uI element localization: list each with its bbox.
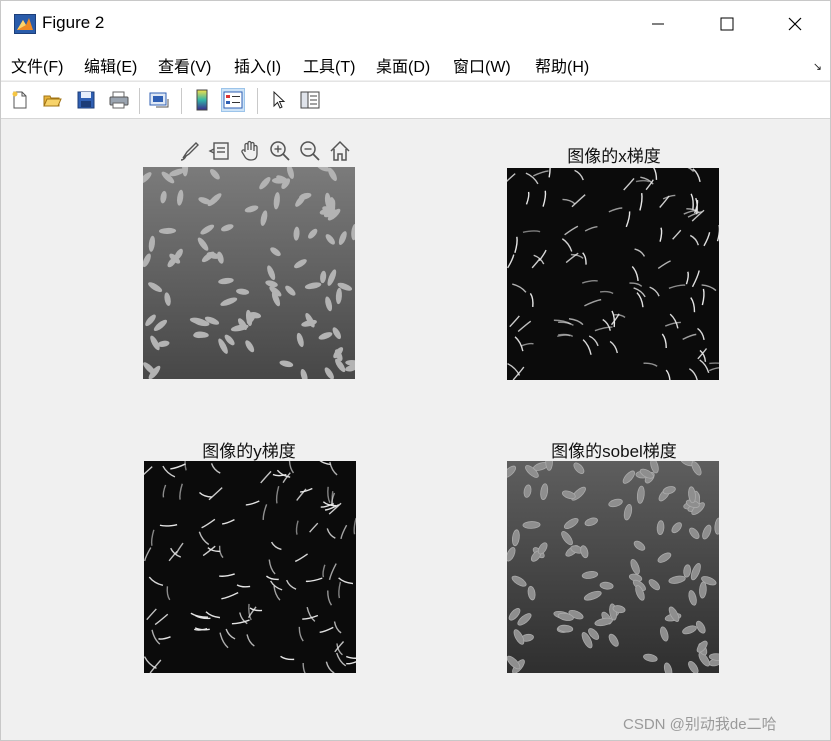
save-icon[interactable] (74, 88, 98, 112)
x-gradient-image[interactable] (507, 168, 719, 380)
property-inspector-icon[interactable] (298, 88, 322, 112)
toolbar-separator (181, 88, 182, 114)
zoom-out-icon[interactable] (297, 138, 323, 164)
rice-grain (522, 521, 541, 529)
original-image[interactable] (143, 167, 355, 379)
close-button[interactable] (763, 1, 827, 47)
menu-desktop[interactable]: 桌面(D) (376, 53, 430, 77)
title-bar: Figure 2 (1, 1, 830, 47)
new-figure-icon[interactable] (8, 88, 32, 112)
home-icon[interactable] (327, 138, 353, 164)
menu-view[interactable]: 查看(V) (158, 53, 211, 77)
figure-window: Figure 2 文件(F) 编辑(E) 查看(V) 插入(I) 工具(T) 桌… (0, 0, 831, 741)
menu-edit[interactable]: 编辑(E) (84, 53, 137, 77)
figure-canvas: 图像的x梯度 图像的y梯度 图像的sobel梯度 (2, 120, 830, 740)
open-file-icon[interactable] (40, 88, 64, 112)
matlab-icon (14, 14, 36, 34)
brush-icon[interactable] (177, 138, 203, 164)
sobel-gradient-image[interactable] (507, 461, 719, 673)
legend-icon[interactable] (221, 88, 245, 112)
link-plot-icon[interactable] (147, 88, 171, 112)
minimize-button[interactable] (626, 1, 690, 47)
toolbar-separator (257, 88, 258, 114)
figure-toolbar (1, 81, 830, 119)
panel-title-sobel-gradient: 图像的sobel梯度 (551, 442, 677, 461)
maximize-button[interactable] (695, 1, 759, 47)
datatip-icon[interactable] (207, 138, 233, 164)
menu-tools[interactable]: 工具(T) (303, 53, 355, 77)
watermark: CSDN @别动我de二哈 (623, 716, 777, 733)
panel-title-x-gradient: 图像的x梯度 (567, 147, 661, 166)
y-gradient-image[interactable] (144, 461, 356, 673)
menu-bar: 文件(F) 编辑(E) 查看(V) 插入(I) 工具(T) 桌面(D) 窗口(W… (1, 47, 830, 80)
toolbar-separator (139, 88, 140, 114)
colorbar-icon[interactable] (190, 88, 214, 112)
menu-window[interactable]: 窗口(W) (453, 53, 511, 77)
zoom-in-icon[interactable] (267, 138, 293, 164)
panel-title-y-gradient: 图像的y梯度 (202, 442, 296, 461)
menu-help[interactable]: 帮助(H) (535, 53, 589, 77)
print-icon[interactable] (107, 88, 131, 112)
dock-arrow-icon[interactable]: ↘ (813, 60, 822, 73)
edit-plot-cursor-icon[interactable] (267, 88, 291, 112)
menu-file[interactable]: 文件(F) (11, 53, 63, 77)
window-title: Figure 2 (42, 13, 105, 32)
axes-toolbar (177, 138, 353, 164)
pan-hand-icon[interactable] (237, 138, 263, 164)
menu-insert[interactable]: 插入(I) (234, 53, 281, 77)
